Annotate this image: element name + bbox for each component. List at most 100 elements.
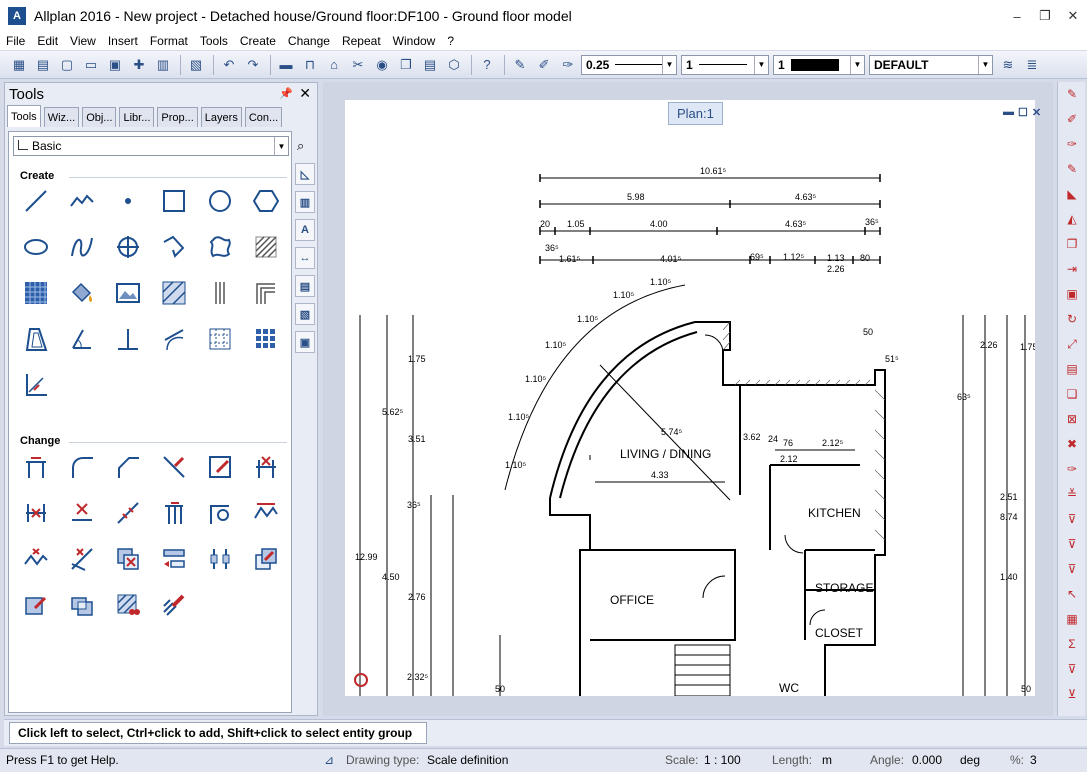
stretch-tool-icon[interactable] (205, 544, 235, 574)
save-icon[interactable]: ▣ (104, 54, 126, 76)
cut-icon[interactable]: ✂ (347, 54, 369, 76)
eyedropper-icon[interactable]: ✑ (557, 54, 579, 76)
doc-maximize-icon[interactable]: ☐ (1018, 106, 1028, 119)
scale-value[interactable]: 1 : 100 (704, 753, 741, 767)
chevron-down-icon[interactable]: ▼ (662, 55, 676, 74)
funnel-bottom-icon[interactable]: ⊻ (1062, 684, 1082, 704)
menu-create[interactable]: Create (240, 34, 276, 48)
copy-mirror-icon[interactable]: ▣ (1062, 284, 1082, 304)
format-properties-icon[interactable]: ✎ (509, 54, 531, 76)
mirror-tool-icon[interactable] (21, 370, 51, 400)
tab-layers[interactable]: Layers (200, 107, 242, 127)
doc-close-icon[interactable]: ✕ (1032, 106, 1041, 119)
menu-insert[interactable]: Insert (108, 34, 138, 48)
spline-tool-icon[interactable] (67, 232, 97, 262)
mirror-icon[interactable]: ◭ (1062, 209, 1082, 229)
copy-icon[interactable]: ❐ (395, 54, 417, 76)
delete-object-tool-icon[interactable] (113, 544, 143, 574)
delete-segment-tool-icon[interactable] (251, 452, 281, 482)
extend-tool-icon[interactable] (159, 498, 189, 528)
chevron-down-icon[interactable]: ▼ (978, 55, 992, 74)
modify-format-icon[interactable]: ✎ (1062, 159, 1082, 179)
open-folder-icon[interactable]: ▭ (80, 54, 102, 76)
menu-tools[interactable]: Tools (200, 34, 228, 48)
polygon-tool-icon[interactable] (251, 186, 281, 216)
drawing-canvas[interactable]: LIVING / DINING KITCHEN OFFICE STORAGE C… (345, 100, 1035, 696)
eraser-icon[interactable]: ✎ (1062, 84, 1082, 104)
clipping-path-tool-icon[interactable] (21, 324, 51, 354)
duplicate-icon[interactable]: ❏ (1062, 384, 1082, 404)
style-area-tool-icon[interactable] (159, 278, 189, 308)
menu-edit[interactable]: Edit (37, 34, 58, 48)
angle-dimension-tool-icon[interactable] (67, 324, 97, 354)
modify-linetype-icon[interactable]: ✑ (1062, 134, 1082, 154)
pattern-tool-icon[interactable] (21, 278, 51, 308)
layer-status-icon[interactable]: ≋ (997, 54, 1019, 76)
measure-icon[interactable]: ▬ (275, 54, 297, 76)
layer-settings-icon[interactable]: ≣ (1021, 54, 1043, 76)
filter-icon[interactable]: ⊽ (1062, 509, 1082, 529)
copy-objects-icon[interactable]: ❐ (1062, 234, 1082, 254)
dimension-side-icon[interactable]: ◺ (295, 163, 315, 185)
print-preview-icon[interactable]: ▧ (185, 54, 207, 76)
chevron-down-icon[interactable]: ▼ (850, 55, 864, 74)
filter-type-icon[interactable]: ⊽ (1062, 534, 1082, 554)
distort-icon[interactable]: ▤ (1062, 359, 1082, 379)
tab-objects[interactable]: Obj... (82, 107, 117, 127)
plan-tab[interactable]: Plan:1 (668, 102, 723, 125)
module-category-select[interactable]: Basic ▼ (13, 136, 289, 156)
line-type-select[interactable]: 1 ▼ (681, 54, 769, 75)
menu-change[interactable]: Change (288, 34, 330, 48)
tab-wizards[interactable]: Wiz... (43, 107, 80, 127)
funnel-icon[interactable]: ⊽ (1062, 659, 1082, 679)
delete-line-tool-icon[interactable] (67, 498, 97, 528)
fillet-tool-icon[interactable] (159, 232, 189, 262)
modify-outline-tool-icon[interactable] (67, 590, 97, 620)
selection-stats-icon[interactable]: ▦ (1062, 609, 1082, 629)
ellipse-tool-icon[interactable] (21, 232, 51, 262)
scale-icon[interactable]: ⤢ (1062, 334, 1082, 354)
circle-tool-icon[interactable] (205, 186, 235, 216)
close-palette-button[interactable]: ✕ (299, 85, 311, 102)
paste-icon[interactable]: ▤ (419, 54, 441, 76)
parallel-lines-tool-icon[interactable] (205, 278, 235, 308)
redo-icon[interactable]: ↷ (242, 54, 264, 76)
arc-change-tool-icon[interactable] (205, 498, 235, 528)
fillet-change-tool-icon[interactable] (67, 452, 97, 482)
modify-area-tool-icon[interactable] (21, 590, 51, 620)
trim-tool-icon[interactable] (21, 452, 51, 482)
layout-side-icon[interactable]: ▧ (295, 303, 315, 325)
chamfer-tool-icon[interactable] (113, 452, 143, 482)
sum-icon[interactable]: Σ (1062, 634, 1082, 654)
hatching-tool-icon[interactable] (251, 232, 281, 262)
modify-hatching-tool-icon[interactable] (113, 590, 143, 620)
length-unit-value[interactable]: m (822, 753, 832, 767)
pipette-icon[interactable]: ✑ (1062, 459, 1082, 479)
fill-tool-icon[interactable] (67, 278, 97, 308)
offset-tool-icon[interactable] (251, 278, 281, 308)
3d-model-icon[interactable]: ⬡ (443, 54, 465, 76)
pin-icon[interactable]: 📌 (279, 87, 293, 100)
view-icon[interactable]: ◉ (371, 54, 393, 76)
dimension-line-side-icon[interactable]: ↔ (295, 247, 315, 269)
join-lines-tool-icon[interactable] (113, 498, 143, 528)
menu-format[interactable]: Format (150, 34, 188, 48)
tab-tools[interactable]: Tools (7, 105, 41, 127)
tangent-tool-icon[interactable] (159, 324, 189, 354)
menu-help[interactable]: ? (447, 34, 454, 48)
percent-value[interactable]: 3 (1030, 753, 1037, 767)
dimension-icon[interactable]: ⊓ (299, 54, 321, 76)
delete-polyline-tool-icon[interactable] (21, 544, 51, 574)
tab-library[interactable]: Libr... (119, 107, 155, 127)
modify-polyline-tool-icon[interactable] (251, 498, 281, 528)
grid-points-tool-icon[interactable] (205, 324, 235, 354)
menu-repeat[interactable]: Repeat (342, 34, 381, 48)
move-objects-icon[interactable]: ⇥ (1062, 259, 1082, 279)
select-arrow-icon[interactable]: ↖ (1062, 584, 1082, 604)
modify-pattern-tool-icon[interactable] (159, 590, 189, 620)
text-side-icon[interactable]: A (295, 219, 315, 241)
menu-window[interactable]: Window (393, 34, 436, 48)
delete-icon[interactable]: ✖ (1062, 434, 1082, 454)
match-properties-icon[interactable]: ✐ (533, 54, 555, 76)
angle-value[interactable]: 0.000 (912, 753, 942, 767)
